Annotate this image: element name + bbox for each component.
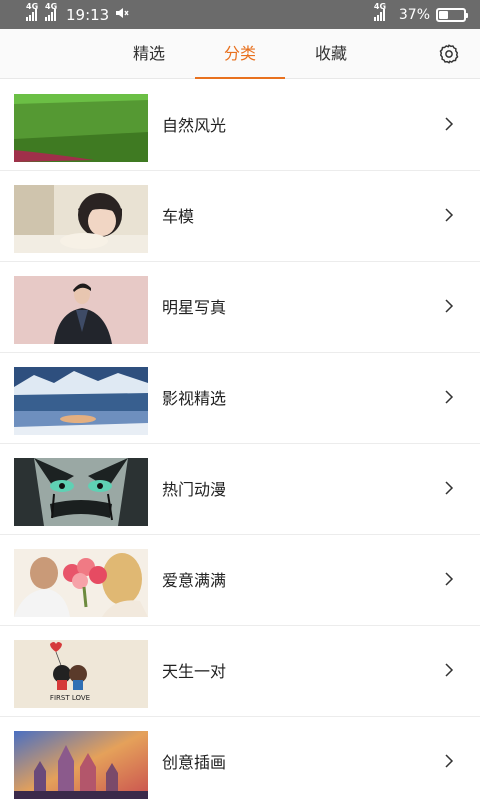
chevron-right-icon <box>445 572 454 586</box>
status-right: 4G 37% <box>373 3 468 23</box>
category-label: 影视精选 <box>162 389 227 408</box>
settings-gear-icon[interactable] <box>438 43 460 65</box>
battery-fill <box>439 10 448 19</box>
category-label: 天生一对 <box>162 662 227 681</box>
thumbnail-castle-illustration <box>14 731 148 799</box>
battery-icon <box>436 7 468 22</box>
status-left: 4G 4G 19:13 <box>26 3 129 24</box>
category-row-celebrity[interactable]: 明星写真 <box>0 262 480 353</box>
signal-icon: 4G <box>26 3 38 21</box>
tab-featured[interactable]: 精选 <box>104 29 194 79</box>
category-label: 自然风光 <box>162 116 227 135</box>
signal-icon: 4G <box>373 3 386 21</box>
chevron-right-icon <box>445 481 454 495</box>
chevron-right-icon <box>445 117 454 131</box>
thumbnail-couple-flowers <box>14 549 148 617</box>
category-list: 自然风光 车模 明星写真 影视精选 热门动漫 爱意满满 FIRST LOVE 天… <box>0 80 480 800</box>
thumbnail-anime-face <box>14 458 148 526</box>
category-label: 车模 <box>162 207 195 226</box>
clock: 19:13 <box>66 5 110 24</box>
category-label: 爱意满满 <box>162 571 227 590</box>
category-row-film[interactable]: 影视精选 <box>0 353 480 444</box>
mute-icon <box>115 7 129 22</box>
network-type-label: 4G <box>373 2 387 11</box>
category-row-illustration[interactable]: 创意插画 <box>0 717 480 800</box>
category-label: 创意插画 <box>162 753 227 772</box>
active-tab-indicator <box>195 77 285 79</box>
category-row-car-models[interactable]: 车模 <box>0 171 480 262</box>
thumbnail-man-portrait <box>14 276 148 344</box>
category-label: 热门动漫 <box>162 480 227 499</box>
tab-categories[interactable]: 分类 <box>195 29 285 79</box>
chevron-right-icon <box>445 390 454 404</box>
thumbnail-first-love: FIRST LOVE <box>14 640 148 708</box>
category-label: 明星写真 <box>162 298 227 317</box>
signal-icon: 4G <box>45 3 57 21</box>
category-row-nature[interactable]: 自然风光 <box>0 80 480 171</box>
first-love-caption: FIRST LOVE <box>50 694 90 702</box>
category-tabbar: 精选 分类 收藏 <box>0 29 480 79</box>
chevron-right-icon <box>445 663 454 677</box>
thumbnail-girl-portrait <box>14 185 148 253</box>
tab-favorites[interactable]: 收藏 <box>286 29 376 79</box>
network-type-label: 4G <box>45 2 58 11</box>
battery-percent: 37% <box>398 6 430 23</box>
category-row-love[interactable]: 爱意满满 <box>0 535 480 626</box>
category-row-pairs[interactable]: FIRST LOVE 天生一对 <box>0 626 480 717</box>
network-type-label: 4G <box>26 2 39 11</box>
chevron-right-icon <box>445 754 454 768</box>
category-row-anime[interactable]: 热门动漫 <box>0 444 480 535</box>
chevron-right-icon <box>445 208 454 222</box>
chevron-right-icon <box>445 299 454 313</box>
status-bar: 4G 4G 19:13 4G 37% <box>0 0 480 29</box>
thumbnail-green-field <box>14 94 148 162</box>
thumbnail-winter-lake <box>14 367 148 435</box>
